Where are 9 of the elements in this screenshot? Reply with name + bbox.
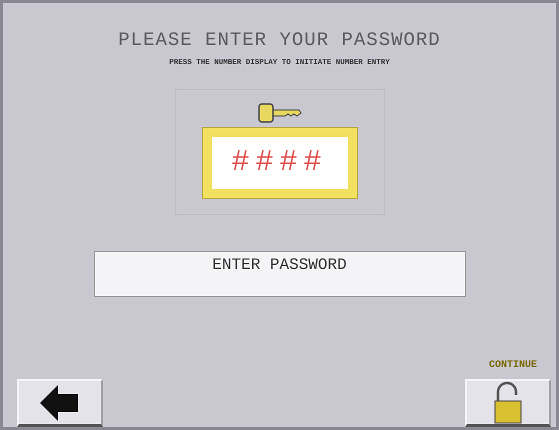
screen-title: PLEASE ENTER YOUR PASSWORD — [118, 29, 441, 51]
back-button[interactable] — [17, 379, 103, 427]
number-display[interactable]: #### — [202, 128, 356, 198]
password-field[interactable]: ENTER PASSWORD — [94, 251, 466, 297]
padlock-icon — [493, 380, 523, 424]
key-icon — [256, 102, 302, 124]
continue-label: CONTINUE — [488, 360, 537, 371]
left-arrow-icon — [40, 384, 80, 420]
continue-button[interactable] — [465, 379, 551, 427]
